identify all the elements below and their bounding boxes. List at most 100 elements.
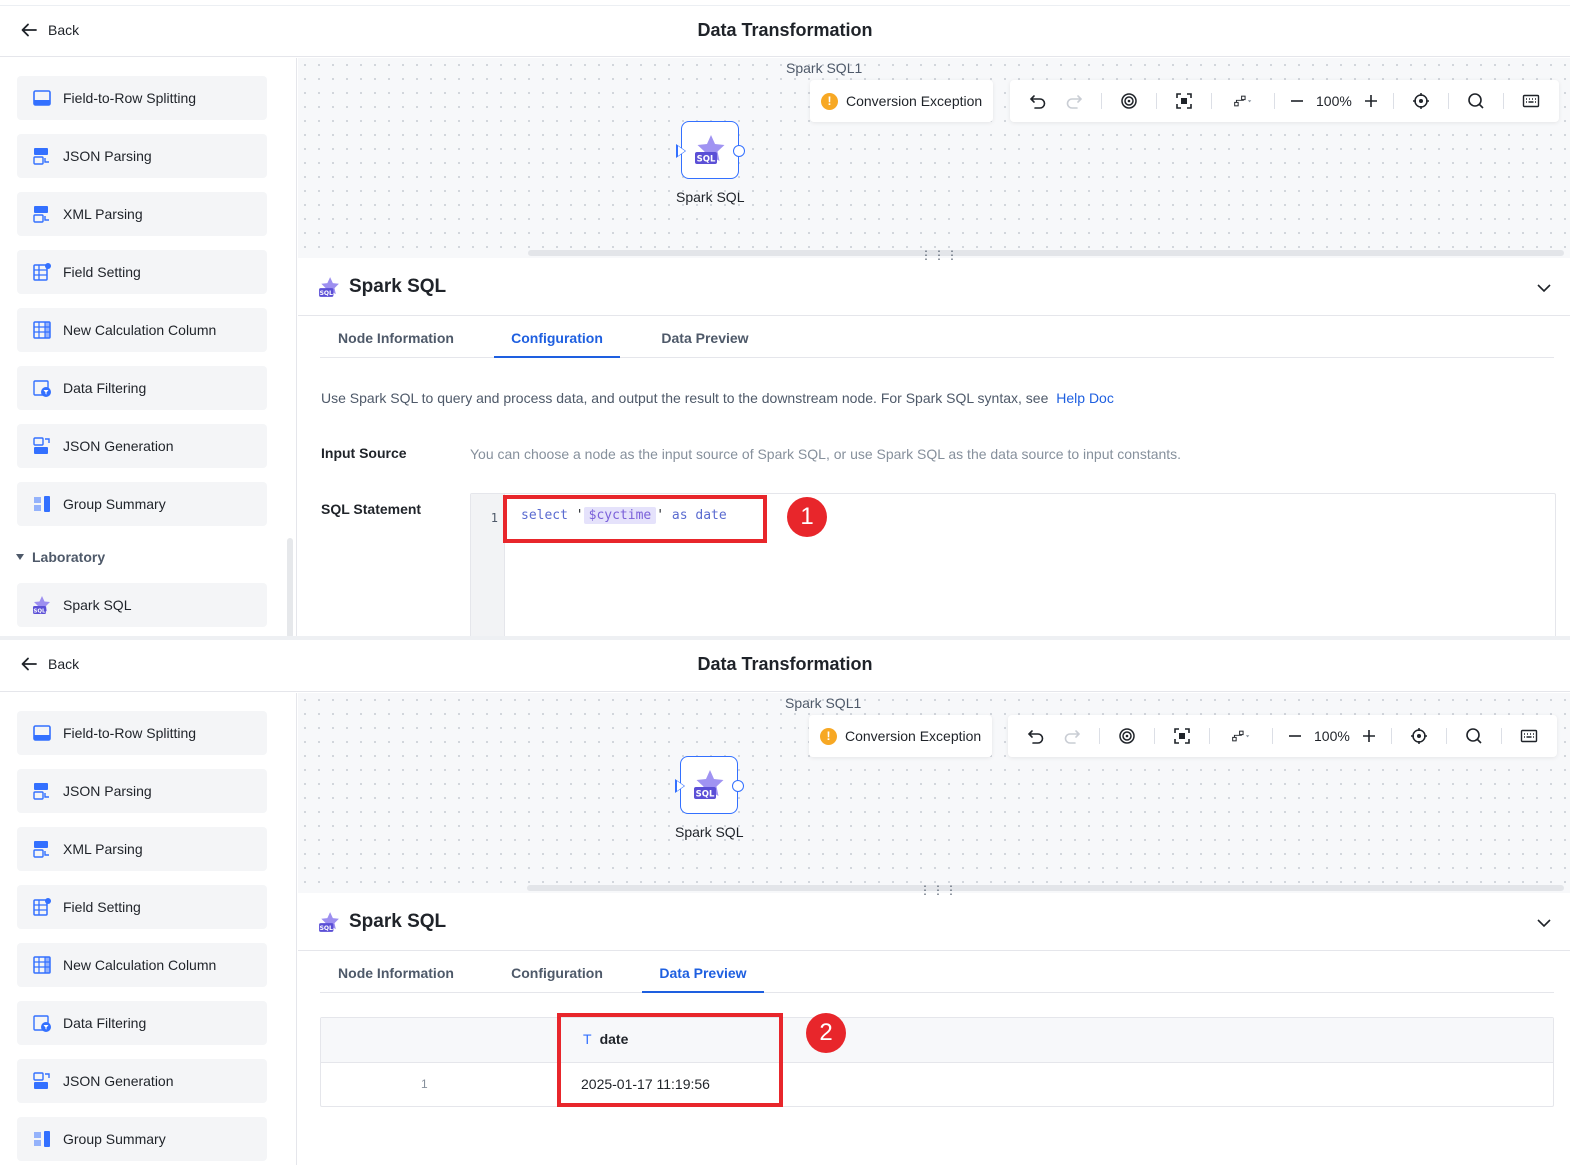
sidebar-item-field-to-row-splitting[interactable]: Field-to-Row Splitting	[17, 711, 267, 755]
undo-button[interactable]	[1020, 86, 1056, 116]
filter-icon	[32, 378, 52, 398]
json-parse-icon	[32, 146, 52, 166]
help-doc-link[interactable]: Help Doc	[1056, 390, 1114, 406]
sidebar-item-label: Group Summary	[63, 496, 166, 512]
sidebar-item-label: JSON Parsing	[63, 783, 152, 799]
sidebar-item-xml-parsing[interactable]: XML Parsing	[17, 192, 267, 236]
connector-style-dropdown[interactable]	[1219, 721, 1263, 751]
flow-canvas[interactable]: Spark SQL1 ! Conversion Exception 100% S…	[298, 693, 1570, 896]
column-header-date[interactable]: T date	[583, 1031, 628, 1047]
locate-button[interactable]	[1403, 86, 1439, 116]
chevron-down-icon[interactable]	[1536, 280, 1552, 296]
sidebar-item-label: JSON Parsing	[63, 148, 152, 164]
redo-button[interactable]	[1056, 86, 1092, 116]
spark-sql-node[interactable]: SQL	[675, 756, 744, 814]
sidebar-item-field-setting[interactable]: Field Setting	[17, 250, 267, 294]
auto-layout-button[interactable]	[1109, 721, 1145, 751]
resize-handle[interactable]: ⋮⋮⋮	[920, 249, 959, 261]
config-description: Use Spark SQL to query and process data,…	[321, 390, 1114, 406]
output-port[interactable]	[732, 780, 744, 792]
redo-icon	[1066, 95, 1083, 109]
sidebar-item-json-parsing[interactable]: JSON Parsing	[17, 769, 267, 813]
zoom-in-button[interactable]	[1358, 86, 1384, 116]
sidebar-item-json-parsing[interactable]: JSON Parsing	[17, 134, 267, 178]
redo-button[interactable]	[1054, 721, 1090, 751]
group-summary-icon	[32, 1129, 52, 1149]
tab-node-information[interactable]: Node Information	[320, 953, 472, 993]
line-number: 1	[471, 494, 505, 636]
conversion-exception-button[interactable]: ! Conversion Exception	[810, 80, 994, 122]
tab-node-information[interactable]: Node Information	[320, 318, 472, 358]
sidebar-item-field-setting[interactable]: Field Setting	[17, 885, 267, 929]
sidebar-item-xml-parsing[interactable]: XML Parsing	[17, 827, 267, 871]
sql-variable: $cyctime	[583, 507, 657, 524]
sidebar-group-laboratory[interactable]: Laboratory	[16, 549, 105, 565]
sidebar-item-new-calculation-column[interactable]: New Calculation Column	[17, 943, 267, 987]
keyboard-icon	[1520, 729, 1538, 743]
sidebar-item-new-calculation-column[interactable]: New Calculation Column	[17, 308, 267, 352]
sidebar-item-json-generation[interactable]: JSON Generation	[17, 424, 267, 468]
canvas-horizontal-scrollbar[interactable]	[528, 250, 1564, 256]
spark-sql-node[interactable]: SQL	[676, 121, 745, 179]
text-type-icon: T	[583, 1031, 592, 1047]
connector-style-dropdown[interactable]	[1221, 86, 1265, 116]
search-button[interactable]	[1458, 86, 1494, 116]
undo-button[interactable]	[1018, 721, 1054, 751]
sidebar-scrollbar[interactable]	[287, 538, 293, 636]
toolbar-divider	[1156, 93, 1157, 109]
zoom-out-button[interactable]	[1282, 721, 1308, 751]
sidebar-item-label: Data Filtering	[63, 1015, 147, 1031]
fit-view-button[interactable]	[1166, 86, 1202, 116]
chevron-down-icon[interactable]	[1536, 915, 1552, 931]
keyboard-shortcuts-button[interactable]	[1513, 86, 1549, 116]
sidebar-item-label: Field Setting	[63, 899, 141, 915]
sidebar-item-label: JSON Generation	[63, 1073, 174, 1089]
tab-configuration[interactable]: Configuration	[494, 318, 620, 358]
sql-code-line[interactable]: select ' $cyctime ' as date	[521, 507, 727, 524]
search-icon	[1468, 93, 1484, 109]
input-port[interactable]	[675, 779, 685, 793]
spark-sql-icon: SQL	[695, 135, 725, 165]
toolbar-divider	[1500, 728, 1502, 744]
zoom-level: 100%	[1314, 728, 1350, 744]
zoom-out-button[interactable]	[1284, 86, 1310, 116]
toolbar-divider	[1211, 93, 1212, 109]
detail-header: SQL Spark SQL	[298, 260, 1570, 316]
toolbar-divider	[1274, 93, 1275, 109]
spark-sql-icon: SQL	[319, 912, 339, 932]
locate-button[interactable]	[1401, 721, 1437, 751]
page-title: Data Transformation	[697, 654, 873, 674]
toolbar-divider	[1392, 93, 1394, 109]
keyboard-shortcuts-button[interactable]	[1511, 721, 1547, 751]
tab-data-preview[interactable]: Data Preview	[642, 318, 768, 358]
sidebar-item-data-filtering[interactable]: Data Filtering	[17, 1001, 267, 1045]
sidebar-item-label: Data Filtering	[63, 380, 147, 396]
filter-icon	[32, 1013, 52, 1033]
sidebar-item-data-filtering[interactable]: Data Filtering	[17, 366, 267, 410]
search-icon	[1466, 728, 1482, 744]
canvas-horizontal-scrollbar[interactable]	[527, 885, 1564, 891]
svg-text:SQL: SQL	[696, 790, 715, 800]
json-generate-icon	[32, 436, 52, 456]
tab-data-preview[interactable]: Data Preview	[642, 953, 764, 993]
auto-layout-button[interactable]	[1111, 86, 1147, 116]
resize-handle[interactable]: ⋮⋮⋮	[919, 884, 958, 896]
sidebar-item-group-summary[interactable]: Group Summary	[17, 1117, 267, 1161]
sidebar-item-field-to-row-splitting[interactable]: Field-to-Row Splitting	[17, 76, 267, 120]
sidebar-item-spark-sql[interactable]: SQL Spark SQL	[17, 583, 267, 627]
caret-down-icon	[16, 554, 24, 560]
sidebar-item-label: JSON Generation	[63, 438, 174, 454]
input-port[interactable]	[676, 144, 686, 158]
sql-editor[interactable]: 1 select ' $cyctime ' as date	[470, 493, 1556, 636]
toolbar-divider	[1447, 93, 1449, 109]
fit-view-button[interactable]	[1164, 721, 1200, 751]
search-button[interactable]	[1456, 721, 1492, 751]
conversion-exception-button[interactable]: ! Conversion Exception	[809, 715, 993, 757]
output-port[interactable]	[733, 145, 745, 157]
tab-configuration[interactable]: Configuration	[494, 953, 620, 993]
sidebar-item-label: New Calculation Column	[63, 322, 217, 338]
sidebar-item-json-generation[interactable]: JSON Generation	[17, 1059, 267, 1103]
sidebar-item-group-summary[interactable]: Group Summary	[17, 482, 267, 526]
flow-canvas[interactable]: Spark SQL1 ! Conversion Exception 100% S…	[298, 58, 1570, 261]
zoom-in-button[interactable]	[1356, 721, 1382, 751]
